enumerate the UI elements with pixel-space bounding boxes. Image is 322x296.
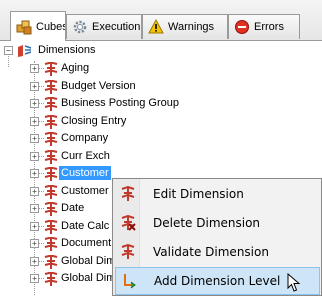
tree-item[interactable]: + Business Posting Group xyxy=(0,95,200,112)
expand-icon[interactable]: + xyxy=(30,64,39,73)
tree-root[interactable]: − Dimensions xyxy=(0,42,200,59)
tree-item[interactable]: + Budget Version xyxy=(0,78,200,95)
menu-item-label: Add Dimension Level xyxy=(154,274,281,288)
dimension-icon xyxy=(43,113,59,129)
tree-item-label: Date xyxy=(61,202,85,214)
menu-item-edit-dimension[interactable]: Edit Dimension xyxy=(115,180,320,208)
dimension-icon xyxy=(43,131,59,146)
expand-icon[interactable]: + xyxy=(30,204,39,213)
tab-execution[interactable]: Execution xyxy=(66,14,142,39)
dimension-icon xyxy=(43,183,59,199)
tab-cubes[interactable]: Cubes xyxy=(10,11,66,41)
tree-item-label: Aging xyxy=(61,62,90,74)
collapse-icon[interactable]: − xyxy=(4,46,13,55)
tab-errors[interactable]: Errors xyxy=(228,14,300,39)
tab-label: Errors xyxy=(254,21,284,33)
tab-label: Execution xyxy=(92,21,141,33)
menu-item-label: Edit Dimension xyxy=(153,187,244,201)
tree-item-label: Business Posting Group xyxy=(61,97,180,109)
menu-item-validate-dimension[interactable]: Validate Dimension xyxy=(115,238,320,266)
dimension-icon xyxy=(43,61,59,76)
tree-root-label: Dimensions xyxy=(38,44,96,56)
menu-item-label: Validate Dimension xyxy=(153,245,269,259)
delete-dimension-icon xyxy=(119,214,137,232)
menu-item-add-dimension-level[interactable]: Add Dimension Level xyxy=(115,267,320,295)
gear-icon xyxy=(72,19,88,35)
expand-icon[interactable]: + xyxy=(30,169,39,178)
tab-label: Cubes xyxy=(36,20,66,33)
mouse-cursor-icon xyxy=(287,272,301,296)
expand-icon[interactable]: + xyxy=(30,186,39,196)
tree-item-label: Global Dim xyxy=(61,254,116,267)
dimension-icon xyxy=(43,271,59,286)
dimension-icon xyxy=(119,185,137,203)
warning-icon xyxy=(148,19,164,35)
menu-item-label: Delete Dimension xyxy=(153,216,261,230)
tree-item-label: Company xyxy=(61,132,109,144)
expand-icon[interactable]: + xyxy=(30,239,39,248)
tab-label: Warnings xyxy=(168,21,215,33)
tree-item-label: Closing Entry xyxy=(61,114,127,127)
tree-item[interactable]: + Curr Exch xyxy=(0,148,200,165)
dimension-icon xyxy=(43,78,59,94)
expand-icon[interactable]: + xyxy=(30,134,39,143)
dimensions-folder-icon xyxy=(17,44,33,58)
tree-item-label: Document xyxy=(61,237,112,249)
tree-item-label: Customer xyxy=(59,166,111,180)
tree-item[interactable]: + Closing Entry xyxy=(0,113,200,130)
tree-item[interactable]: + Company xyxy=(0,130,200,147)
dimension-icon xyxy=(43,236,59,251)
dimension-icon xyxy=(43,218,59,234)
tab-bar: Cubes Execution Warnings Errors xyxy=(0,0,322,41)
tab-warnings[interactable]: Warnings xyxy=(142,14,228,39)
menu-item-delete-dimension[interactable]: Delete Dimension xyxy=(115,209,320,237)
expand-icon[interactable]: + xyxy=(30,274,39,283)
dimension-icon xyxy=(43,96,59,111)
context-menu: Edit Dimension Delete Dimension Validate… xyxy=(112,178,322,296)
expand-icon[interactable]: + xyxy=(30,99,39,108)
tree-item-label: Budget Version xyxy=(61,79,136,92)
expand-icon[interactable]: + xyxy=(30,256,39,266)
tree-item-label: Date Calc xyxy=(61,219,110,232)
tree-item-label: Global Dim xyxy=(61,272,116,284)
expand-icon[interactable]: + xyxy=(30,151,39,161)
validate-dimension-icon xyxy=(119,243,137,261)
tree-item-label: Customer xyxy=(61,184,109,197)
error-icon xyxy=(234,19,250,35)
expand-icon[interactable]: + xyxy=(30,81,39,91)
tree-item-label: Curr Exch xyxy=(61,149,110,162)
cubes-icon xyxy=(16,19,32,35)
expand-icon[interactable]: + xyxy=(30,221,39,231)
expand-icon[interactable]: + xyxy=(30,116,39,126)
dimension-icon xyxy=(43,253,59,269)
tree-item[interactable]: + Aging xyxy=(0,60,200,77)
add-level-icon xyxy=(120,272,138,290)
dimension-icon xyxy=(43,201,59,216)
dimension-icon xyxy=(43,148,59,164)
dimension-icon xyxy=(43,166,59,181)
